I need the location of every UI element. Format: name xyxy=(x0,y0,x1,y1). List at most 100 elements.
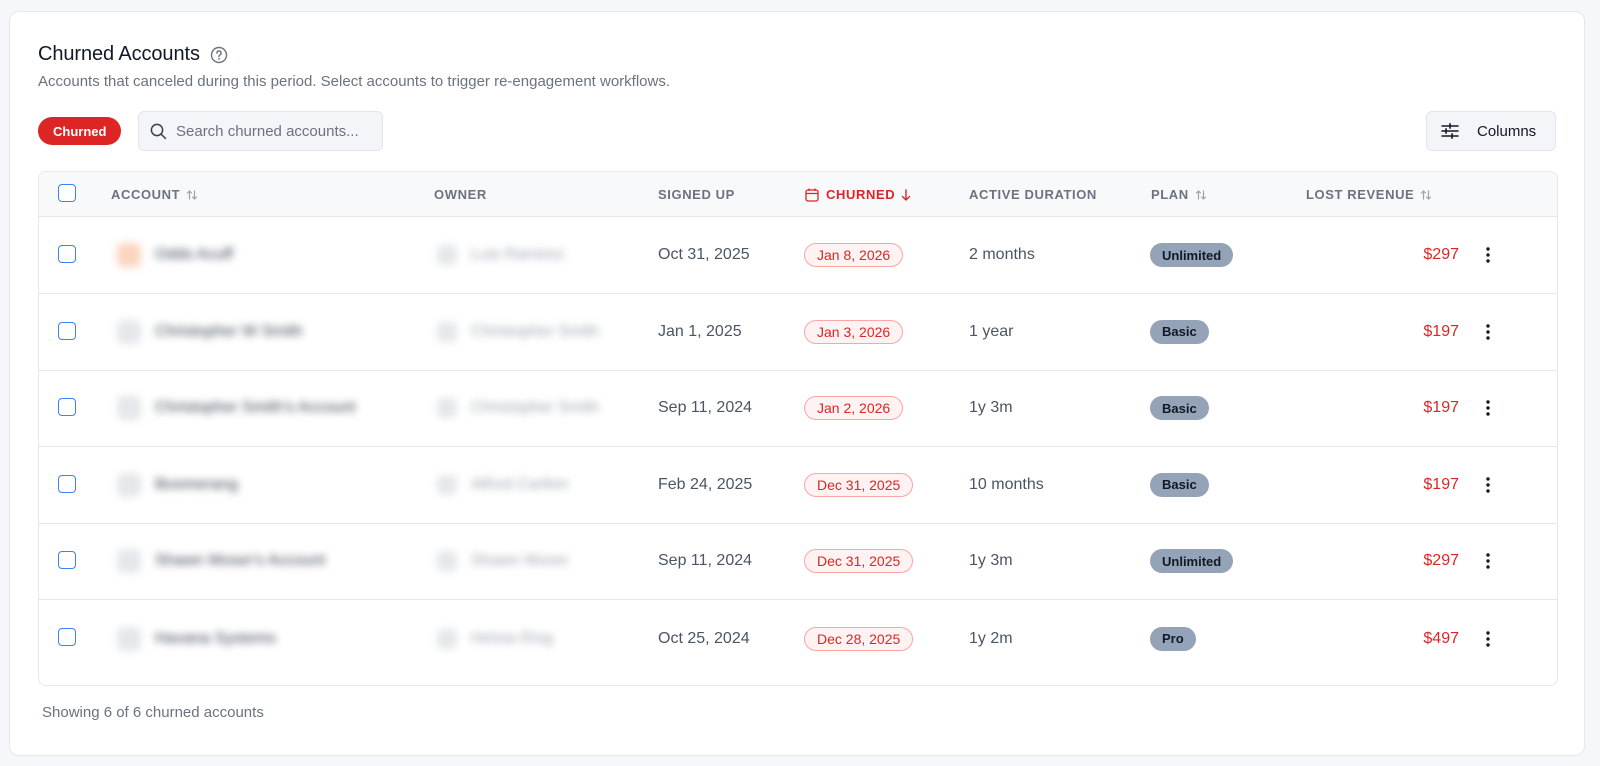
col-header-owner: OWNER xyxy=(434,187,487,202)
owner-name: Alfred Carlton xyxy=(471,475,569,493)
owner-avatar xyxy=(437,551,457,572)
owner-name: Helvia Ring xyxy=(471,629,553,647)
calendar-icon xyxy=(805,188,819,202)
lost-revenue-cell: $197 xyxy=(1423,294,1459,370)
table-footer-summary: Showing 6 of 6 churned accounts xyxy=(42,704,264,721)
plan-badge: Pro xyxy=(1150,626,1196,651)
table-row[interactable]: Christopher W Smith Christopher Smith Ja… xyxy=(39,294,1557,371)
account-name: Boomerang xyxy=(155,475,238,493)
churned-filter-chip[interactable]: Churned xyxy=(38,117,122,145)
churned-accounts-card: Churned Accounts Accounts that canceled … xyxy=(9,11,1585,756)
sort-icon xyxy=(186,189,198,201)
lost-revenue-cell: $197 xyxy=(1423,370,1459,446)
page-title: Churned Accounts xyxy=(38,43,200,65)
churned-date-badge: Jan 2, 2026 xyxy=(804,396,904,421)
row-checkbox[interactable] xyxy=(58,474,76,493)
more-vertical-icon[interactable] xyxy=(1478,629,1498,649)
more-vertical-icon[interactable] xyxy=(1478,475,1498,495)
account-avatar xyxy=(117,472,141,497)
plan-cell: Pro xyxy=(1150,600,1196,677)
owner-avatar xyxy=(437,628,457,649)
account-cell[interactable]: Havana Systems xyxy=(117,600,276,677)
owner-cell: Helvia Ring xyxy=(437,600,553,677)
owner-cell: Alfred Carlton xyxy=(437,447,569,523)
churned-date-badge: Jan 3, 2026 xyxy=(804,319,904,344)
churned-cell: Jan 8, 2026 xyxy=(804,217,904,293)
owner-name: Christopher Smith xyxy=(471,399,600,417)
row-checkbox[interactable] xyxy=(58,245,76,263)
plan-cell: Basic xyxy=(1150,447,1209,523)
col-header-lost-revenue[interactable]: LOST REVENUE xyxy=(1306,172,1432,217)
lost-revenue-value: $297 xyxy=(1423,246,1459,263)
help-icon[interactable] xyxy=(210,46,228,64)
table-row[interactable]: Havana Systems Helvia Ring Oct 25, 2024 … xyxy=(39,600,1557,677)
account-avatar xyxy=(117,319,141,344)
plan-cell: Unlimited xyxy=(1150,217,1234,293)
row-checkbox[interactable] xyxy=(58,321,76,340)
plan-badge: Basic xyxy=(1150,396,1209,421)
lost-revenue-value: $197 xyxy=(1423,399,1459,417)
account-avatar xyxy=(117,243,141,267)
columns-button[interactable]: Columns xyxy=(1426,111,1556,151)
row-checkbox[interactable] xyxy=(58,628,76,646)
col-header-plan[interactable]: PLAN xyxy=(1151,172,1207,217)
account-name: Shawn Moser's Account xyxy=(155,552,326,570)
col-header-lost-revenue-label: LOST REVENUE xyxy=(1306,187,1415,202)
account-cell[interactable]: Christopher Smith's Account xyxy=(117,370,355,446)
more-vertical-icon[interactable] xyxy=(1478,551,1498,571)
col-header-churned-label: CHURNED xyxy=(826,187,896,202)
account-avatar xyxy=(117,549,141,574)
account-cell[interactable]: Boomerang xyxy=(117,447,238,523)
more-vertical-icon[interactable] xyxy=(1478,322,1498,342)
arrow-down-icon xyxy=(901,188,911,201)
sliders-icon xyxy=(1441,123,1459,139)
lost-revenue-value: $297 xyxy=(1423,552,1459,570)
table-row[interactable]: Christopher Smith's Account Christopher … xyxy=(39,370,1557,448)
row-checkbox[interactable] xyxy=(58,551,76,570)
table-row[interactable]: Shawn Moser's Account Shawn Moser Sep 11… xyxy=(39,523,1557,601)
account-cell[interactable]: Odds Acuff xyxy=(117,217,233,293)
signed-up-cell: Oct 31, 2025 xyxy=(658,246,750,263)
plan-badge: Unlimited xyxy=(1150,549,1234,574)
more-vertical-icon[interactable] xyxy=(1478,245,1498,265)
account-cell[interactable]: Christopher W Smith xyxy=(117,294,303,370)
row-actions xyxy=(1478,217,1498,293)
more-vertical-icon[interactable] xyxy=(1478,398,1498,418)
columns-button-label: Columns xyxy=(1477,122,1537,140)
churned-date-badge: Jan 8, 2026 xyxy=(804,243,904,267)
row-checkbox[interactable] xyxy=(58,398,76,417)
sort-icon xyxy=(1420,189,1432,201)
search-input[interactable] xyxy=(176,122,376,140)
owner-cell: Christopher Smith xyxy=(437,294,599,370)
col-header-churned[interactable]: CHURNED xyxy=(805,172,911,217)
churned-cell: Dec 31, 2025 xyxy=(804,523,914,599)
row-actions xyxy=(1478,447,1498,523)
sort-icon xyxy=(1195,189,1207,201)
lost-revenue-value: $197 xyxy=(1423,475,1459,493)
owner-cell: Luis Ramirez xyxy=(437,217,564,293)
duration-cell: 1 year xyxy=(969,322,1014,340)
select-all-checkbox[interactable] xyxy=(58,184,76,202)
owner-name: Christopher Smith xyxy=(471,322,600,340)
search-icon xyxy=(150,123,167,139)
account-cell[interactable]: Shawn Moser's Account xyxy=(117,523,325,599)
table-row[interactable]: Odds Acuff Luis Ramirez Oct 31, 2025 Jan… xyxy=(39,217,1557,294)
signed-up-cell: Sep 11, 2024 xyxy=(658,399,753,417)
plan-cell: Basic xyxy=(1150,370,1209,446)
signed-up-cell: Feb 24, 2025 xyxy=(658,475,753,493)
col-header-active-duration: ACTIVE DURATION xyxy=(969,187,1097,202)
row-actions xyxy=(1478,294,1498,370)
churned-cell: Jan 2, 2026 xyxy=(804,370,904,446)
account-name: Havana Systems xyxy=(155,629,276,647)
col-header-account[interactable]: ACCOUNT xyxy=(111,172,198,217)
row-actions xyxy=(1478,600,1498,677)
owner-cell: Christopher Smith xyxy=(437,370,599,446)
page-subtitle: Accounts that canceled during this perio… xyxy=(38,73,671,90)
toolbar: Churned Columns xyxy=(38,111,1556,151)
duration-cell: 1y 2m xyxy=(969,629,1013,647)
table-row[interactable]: Boomerang Alfred Carlton Feb 24, 2025 De… xyxy=(39,447,1557,524)
duration-cell: 10 months xyxy=(969,475,1044,493)
plan-cell: Unlimited xyxy=(1150,523,1234,599)
col-header-plan-label: PLAN xyxy=(1151,187,1189,202)
duration-cell: 1y 3m xyxy=(969,399,1013,417)
